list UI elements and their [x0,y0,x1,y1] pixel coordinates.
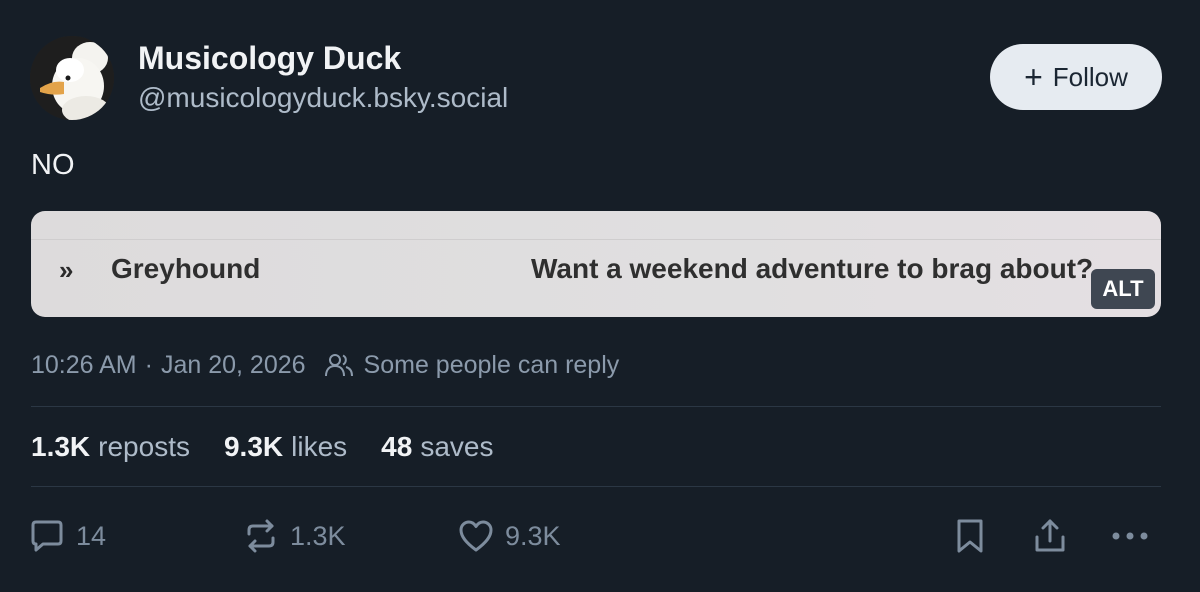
plus-icon: + [1024,59,1043,95]
reply-bubble-icon [31,520,63,552]
share-button[interactable] [1030,516,1070,556]
repost-count: 1.3K [290,520,346,551]
people-icon [324,354,353,377]
reply-setting-text[interactable]: Some people can reply [364,348,620,382]
saves-stat-count: 48 [381,431,413,462]
repost-icon [247,519,275,553]
reply-count: 14 [76,520,107,551]
bookmark-icon [957,519,983,553]
reposts-stat[interactable]: 1.3K reposts [31,428,190,466]
reposts-stat-count: 1.3K [31,431,91,462]
image-tagline-text: Want a weekend adventure to brag about? [531,253,1094,284]
like-button[interactable]: 9.3K [457,516,561,556]
post-stats: 1.3K reposts 9.3K likes 48 saves [31,428,493,466]
saves-stat-label: saves [420,431,494,462]
meta-separator: · [144,351,153,379]
alt-text-badge[interactable]: ALT [1091,269,1155,309]
bookmark-button[interactable] [950,516,990,556]
post-card: Musicology Duck @musicologyduck.bsky.soc… [0,0,1200,592]
post-time: 10:26 AM [31,351,137,379]
image-divider-line [31,239,1161,240]
image-brand-text: Greyhound [111,253,261,284]
author-handle[interactable]: @musicologyduck.bsky.social [138,80,508,116]
post-date: Jan 20, 2026 [160,351,306,379]
reposts-stat-label: reposts [98,431,190,462]
follow-button-label: Follow [1052,61,1128,92]
divider-top [31,406,1161,407]
divider-bottom [31,486,1161,487]
follow-button[interactable]: + Follow [990,44,1162,110]
likes-stat[interactable]: 9.3K likes [224,428,347,466]
more-options-button[interactable] [1110,516,1150,556]
repost-button[interactable]: 1.3K [242,516,346,556]
more-dots-icon [1112,532,1148,540]
image-chevron-text: » [59,255,74,285]
reply-button[interactable]: 14 [28,516,106,556]
likes-stat-label: likes [291,431,348,462]
heart-icon [459,520,493,552]
post-meta: 10:26 AM · Jan 20, 2026 Some people can … [31,348,619,382]
likes-stat-count: 9.3K [223,431,284,462]
author-avatar[interactable] [30,36,114,120]
saves-stat[interactable]: 48 saves [381,428,493,466]
duck-avatar-icon [30,36,114,120]
post-text: NO [31,149,75,181]
share-icon [1035,519,1065,552]
author-display-name[interactable]: Musicology Duck [138,38,401,78]
like-count: 9.3K [505,520,561,551]
embedded-image[interactable]: » Greyhound Want a weekend adventure to … [31,211,1161,317]
